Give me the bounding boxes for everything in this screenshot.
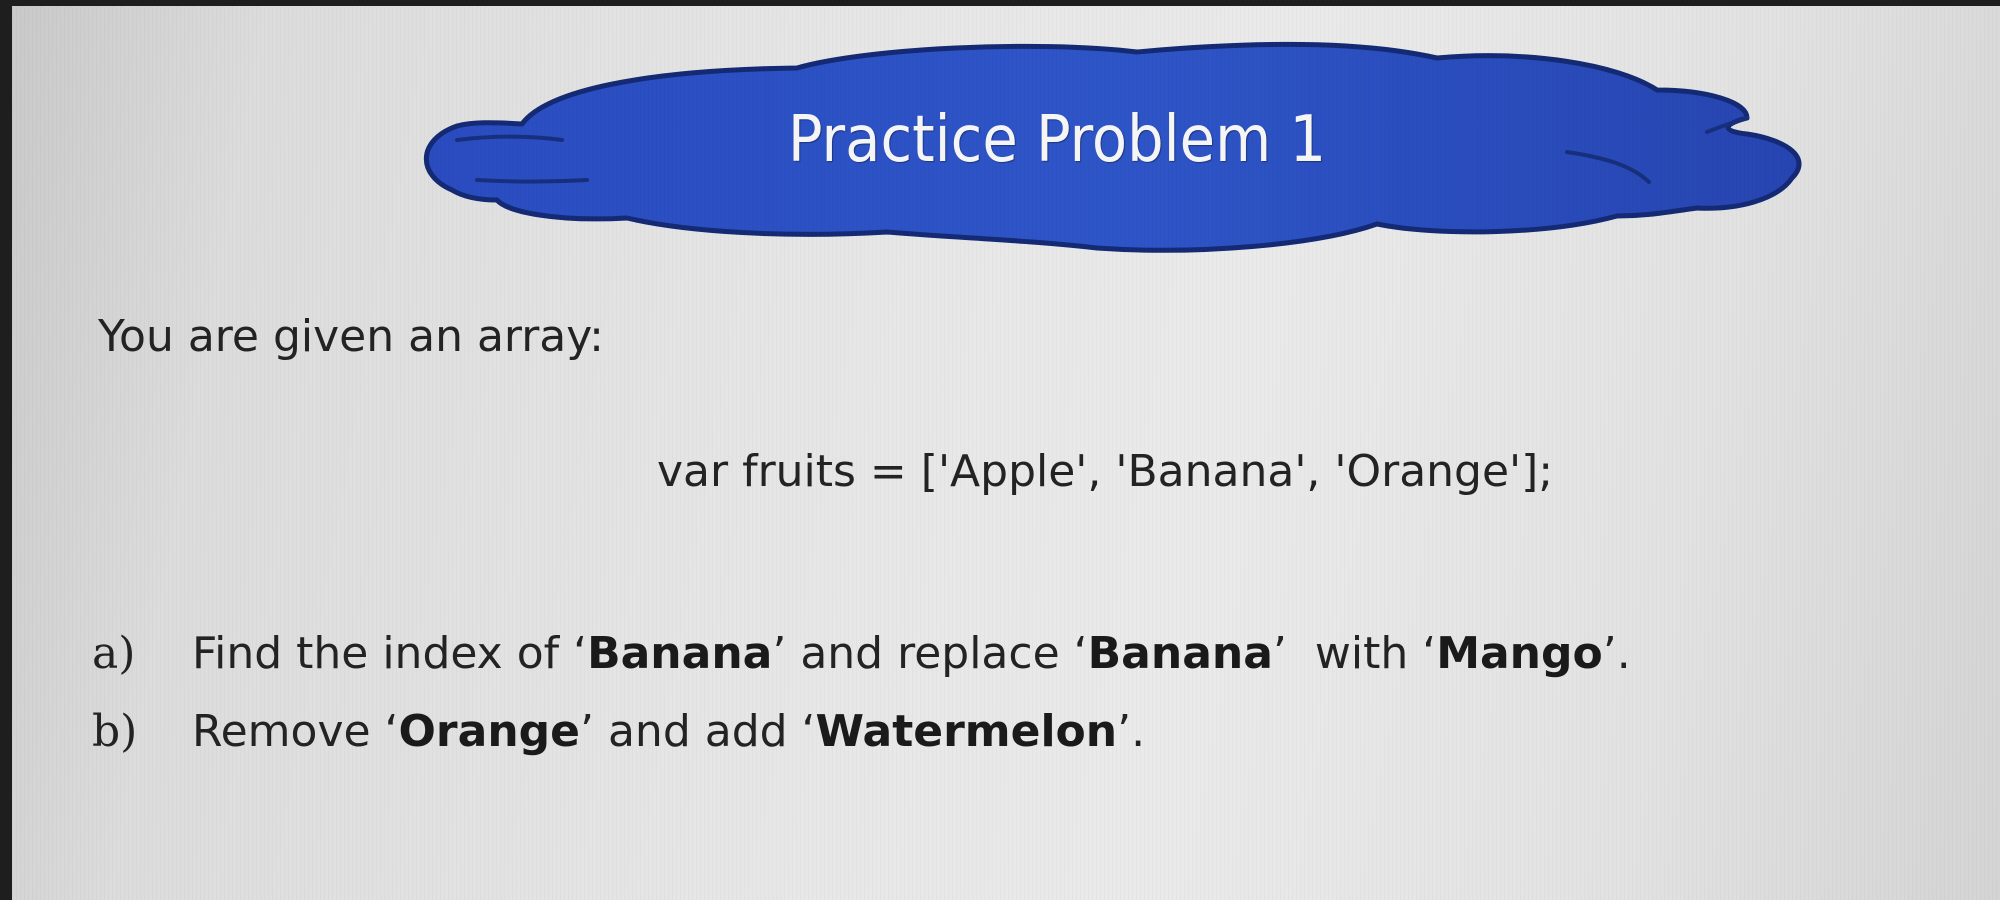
slide-title: Practice Problem 1 (787, 103, 1327, 177)
code-snippet: var fruits = ['Apple', 'Banana', 'Orange… (657, 446, 1554, 497)
task-text: Find the index of ‘ (192, 628, 588, 679)
task-marker: b) (92, 706, 138, 757)
slide: Practice Problem 1 You are given an arra… (12, 6, 2000, 900)
task-text: ’. (1602, 628, 1631, 679)
task-text: ’ and add ‘ (580, 706, 816, 757)
task-text: ’ with ‘ (1272, 628, 1437, 679)
intro-text: You are given an array: (98, 311, 604, 362)
fruit-name: Mango (1436, 628, 1603, 679)
task-item-a: a) Find the index of ‘Banana’ and replace… (92, 628, 1631, 679)
task-text: ’ and replace ‘ (772, 628, 1088, 679)
task-marker: a) (92, 628, 136, 679)
fruit-name: Banana (587, 628, 773, 679)
task-item-b: b) Remove ‘Orange’ and add ‘Watermelon’. (92, 706, 1145, 757)
task-text: ’. (1117, 706, 1146, 757)
fruit-name: Watermelon (815, 706, 1118, 757)
fruit-name: Banana (1087, 628, 1273, 679)
task-text: Remove ‘ (192, 706, 399, 757)
fruit-name: Orange (398, 706, 580, 757)
